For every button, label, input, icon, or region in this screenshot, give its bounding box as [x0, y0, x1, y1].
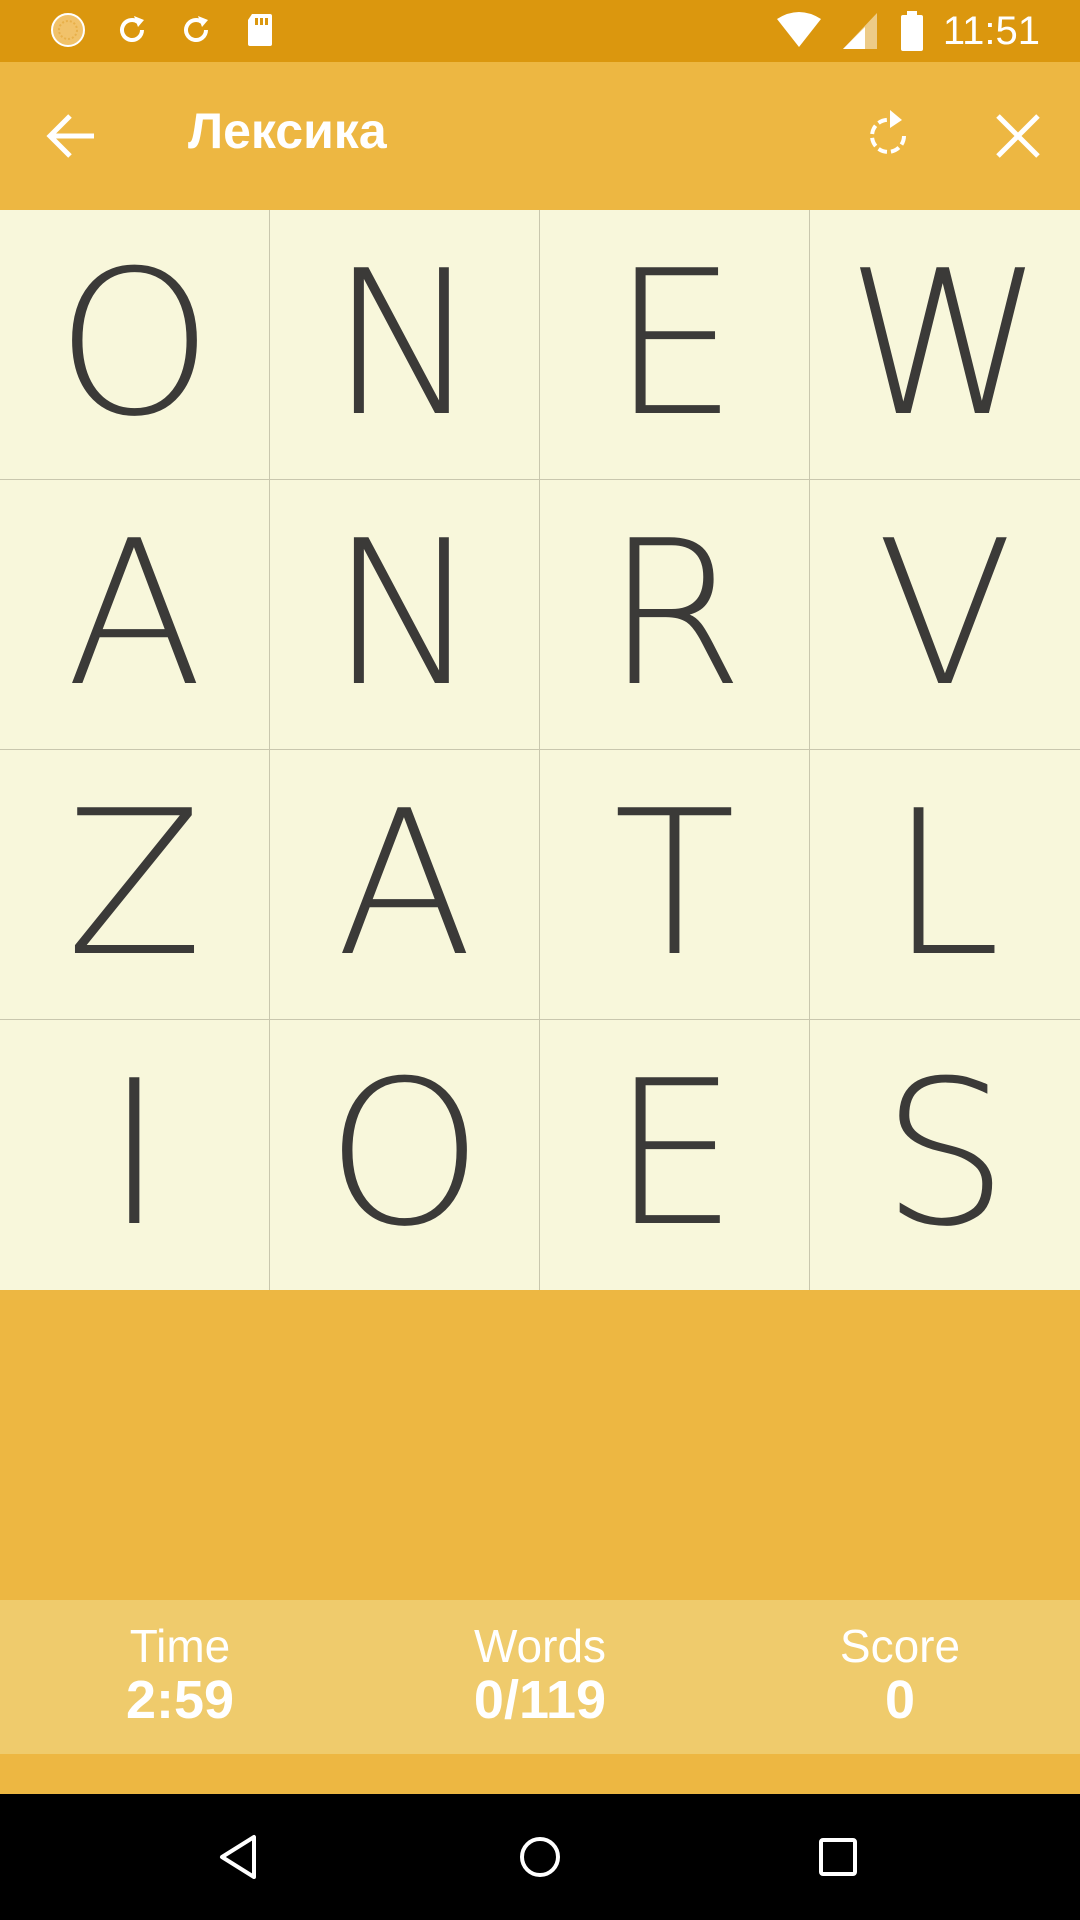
letter-tile[interactable]: W	[810, 210, 1080, 480]
letter-board: O N E W A N R V Z A T L I O E S	[0, 210, 1080, 1290]
words-stat: Words 0/119	[360, 1600, 720, 1754]
letter-tile[interactable]: E	[540, 1020, 810, 1290]
arrow-left-icon	[46, 114, 94, 158]
letter-tile[interactable]: N	[270, 480, 540, 750]
sync-icon	[184, 16, 208, 42]
nav-bar	[0, 1794, 1080, 1920]
letter-tile[interactable]: O	[270, 1020, 540, 1290]
letter-tile[interactable]: R	[540, 480, 810, 750]
status-notifications	[48, 10, 280, 50]
status-time: 11:51	[942, 8, 1040, 53]
recents-square-icon	[819, 1838, 857, 1876]
letter-tile[interactable]: L	[810, 750, 1080, 1020]
letter-tile[interactable]: Z	[0, 750, 270, 1020]
sync-icon	[120, 16, 144, 42]
letter-tile[interactable]: A	[0, 480, 270, 750]
nav-home-button[interactable]	[510, 1827, 570, 1887]
time-stat: Time 2:59	[0, 1600, 360, 1754]
score-stat: Score 0	[720, 1600, 1080, 1754]
stats-bar: Time 2:59 Words 0/119 Score 0	[0, 1600, 1080, 1754]
status-bar: 11:51	[0, 0, 1080, 62]
time-label: Time	[129, 1620, 231, 1672]
letter-tile[interactable]: A	[270, 750, 540, 1020]
letter-tile[interactable]: N	[270, 210, 540, 480]
nav-back-button[interactable]	[210, 1827, 270, 1887]
signal-icon	[842, 13, 877, 49]
close-button[interactable]	[990, 108, 1046, 164]
app-bar: Лексика	[0, 62, 1080, 210]
letter-tile[interactable]: S	[810, 1020, 1080, 1290]
app-title: Лексика	[188, 103, 387, 159]
words-value: 0/119	[473, 1670, 607, 1730]
letter-tile[interactable]: V	[810, 480, 1080, 750]
letter-tile[interactable]: I	[0, 1020, 270, 1290]
back-button[interactable]	[44, 108, 100, 164]
score-value: 0	[884, 1670, 916, 1730]
wifi-icon	[776, 12, 821, 47]
battery-icon	[900, 11, 923, 51]
home-circle-icon	[520, 1837, 560, 1877]
letter-tile[interactable]: E	[540, 210, 810, 480]
score-label: Score	[839, 1620, 961, 1672]
letter-tile[interactable]: O	[0, 210, 270, 480]
words-label: Words	[473, 1620, 607, 1672]
time-value: 2:59	[125, 1670, 235, 1730]
restart-button[interactable]	[860, 106, 920, 166]
sd-card-icon	[248, 14, 272, 46]
status-system: 11:51	[775, 0, 1040, 62]
letter-tile[interactable]: T	[540, 750, 810, 1020]
nav-recents-button[interactable]	[808, 1827, 868, 1887]
back-triangle-icon	[220, 1835, 256, 1879]
close-icon	[996, 114, 1040, 158]
restart-icon	[870, 110, 906, 154]
sun-icon	[51, 13, 85, 47]
